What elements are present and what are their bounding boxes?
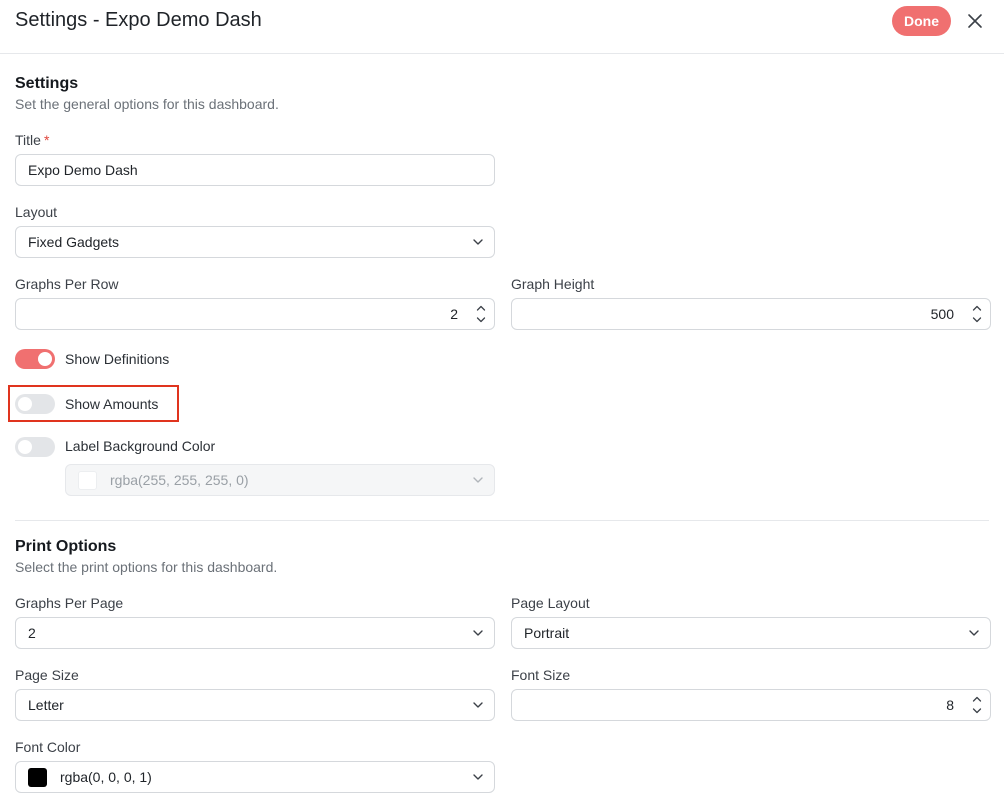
toggle-knob: [18, 397, 32, 411]
font-size-value: 8: [946, 697, 954, 713]
toggle-knob: [18, 440, 32, 454]
show-amounts-toggle[interactable]: [15, 394, 55, 414]
label-background-color-toggle[interactable]: [15, 437, 55, 457]
stepper-arrows-icon[interactable]: [475, 302, 487, 326]
color-swatch: [78, 471, 97, 490]
page-size-value: Letter: [28, 697, 64, 713]
print-options-title: Print Options: [15, 538, 117, 555]
close-icon[interactable]: [964, 10, 986, 32]
section-divider: [15, 520, 989, 521]
chevron-down-icon: [473, 239, 483, 245]
chevron-down-icon: [473, 702, 483, 708]
done-button[interactable]: Done: [892, 6, 951, 36]
color-swatch: [28, 768, 47, 787]
graphs-per-page-value: 2: [28, 625, 36, 641]
label-background-color-value: rgba(255, 255, 255, 0): [110, 472, 249, 488]
label-background-color-label: Label Background Color: [65, 438, 216, 454]
graphs-per-row-stepper[interactable]: 2: [15, 298, 495, 330]
font-color-value: rgba(0, 0, 0, 1): [60, 769, 152, 785]
layout-select[interactable]: Fixed Gadgets: [15, 226, 495, 258]
graphs-per-row-label: Graphs Per Row: [15, 276, 119, 292]
stepper-arrows-icon[interactable]: [971, 302, 983, 326]
layout-select-value: Fixed Gadgets: [28, 234, 120, 250]
toggle-knob: [38, 352, 52, 366]
title-label: Title *: [15, 132, 50, 148]
font-size-label: Font Size: [511, 667, 571, 683]
stepper-arrows-icon[interactable]: [971, 693, 983, 717]
settings-section-title: Settings: [15, 75, 79, 92]
show-definitions-toggle[interactable]: [15, 349, 55, 369]
graph-height-label: Graph Height: [511, 276, 595, 292]
title-input[interactable]: Expo Demo Dash: [15, 154, 495, 186]
graph-height-value: 500: [930, 306, 954, 322]
graphs-per-row-value: 2: [450, 306, 458, 322]
page-layout-select[interactable]: Portrait: [511, 617, 991, 649]
page-size-label: Page Size: [15, 667, 79, 683]
page-layout-value: Portrait: [524, 625, 570, 641]
show-amounts-label: Show Amounts: [65, 396, 159, 412]
print-options-subtitle: Select the print options for this dashbo…: [15, 559, 278, 575]
layout-label: Layout: [15, 204, 58, 220]
dialog-header: Settings - Expo Demo Dash Done: [0, 0, 1004, 54]
page-size-select[interactable]: Letter: [15, 689, 495, 721]
label-background-color-select: rgba(255, 255, 255, 0): [65, 464, 495, 496]
chevron-down-icon: [473, 477, 483, 483]
graph-height-stepper[interactable]: 500: [511, 298, 991, 330]
chevron-down-icon: [473, 774, 483, 780]
required-mark: *: [43, 132, 50, 148]
graphs-per-page-label: Graphs Per Page: [15, 595, 124, 611]
dialog-title: Settings - Expo Demo Dash: [15, 9, 262, 31]
chevron-down-icon: [969, 630, 979, 636]
graphs-per-page-select[interactable]: 2: [15, 617, 495, 649]
font-size-stepper[interactable]: 8: [511, 689, 991, 721]
title-input-value: Expo Demo Dash: [28, 162, 138, 178]
show-definitions-label: Show Definitions: [65, 351, 170, 367]
font-color-select[interactable]: rgba(0, 0, 0, 1): [15, 761, 495, 793]
settings-section-subtitle: Set the general options for this dashboa…: [15, 96, 279, 112]
page-layout-label: Page Layout: [511, 595, 590, 611]
chevron-down-icon: [473, 630, 483, 636]
font-color-label: Font Color: [15, 739, 81, 755]
